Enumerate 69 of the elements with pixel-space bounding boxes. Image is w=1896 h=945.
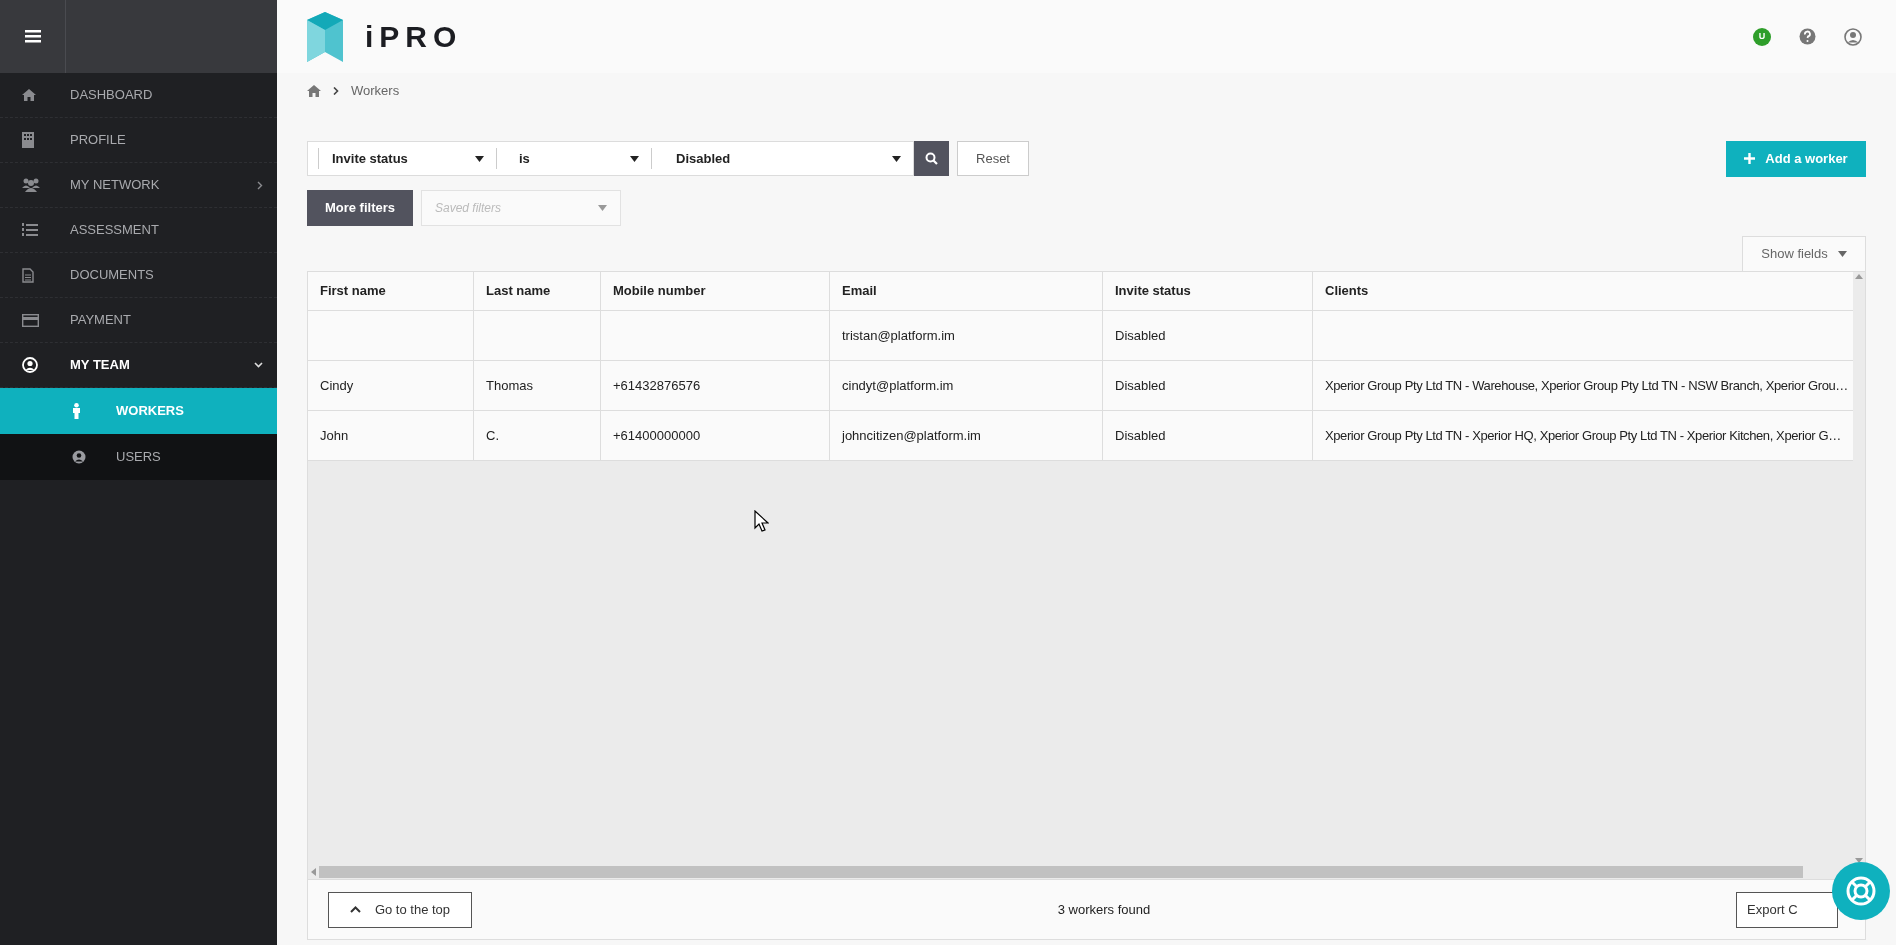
column-header[interactable]: Invite status	[1102, 272, 1312, 310]
scroll-up-icon[interactable]	[1855, 274, 1863, 279]
chevron-right-icon	[333, 87, 339, 95]
lifebuoy-icon	[1845, 875, 1877, 907]
chevron-down-icon	[254, 362, 263, 368]
export-button[interactable]: Export C	[1736, 891, 1838, 928]
table-cell-text: tristan@platform.im	[842, 326, 955, 345]
building-icon	[22, 132, 34, 148]
reset-button[interactable]: Reset	[957, 141, 1029, 176]
caret-icon	[630, 155, 639, 162]
help-float-button[interactable]	[1832, 862, 1890, 920]
table-cell-text: Disabled	[1115, 326, 1166, 345]
chevron-up-icon	[349, 906, 361, 913]
person-icon	[72, 403, 81, 419]
table-cell-text: C.	[486, 426, 499, 445]
sidebar-item[interactable]: PAYMENT	[0, 298, 277, 343]
numbered-list-icon	[22, 223, 38, 237]
caret-icon	[598, 205, 607, 211]
sidebar-item[interactable]: DASHBOARD	[0, 73, 277, 118]
account-icon[interactable]	[1844, 27, 1862, 46]
sidebar-item[interactable]: MY NETWORK	[0, 163, 277, 208]
help-icon[interactable]	[1799, 28, 1816, 45]
column-header[interactable]: First name	[308, 272, 473, 310]
field-select[interactable]: Invite status	[318, 148, 496, 169]
horizontal-scrollbar[interactable]	[319, 866, 1803, 878]
credit-card-icon	[22, 313, 39, 327]
chevron-right-icon	[257, 180, 263, 190]
show-fields-button[interactable]: Show fields	[1742, 236, 1866, 271]
logo-icon	[307, 11, 343, 62]
caret-icon	[475, 155, 484, 162]
logo-text: iPRO	[365, 19, 463, 55]
table-cell-text: Thomas	[486, 376, 533, 395]
people-icon	[22, 178, 40, 192]
table-cell-text: Disabled	[1115, 376, 1166, 395]
value-select[interactable]: Disabled	[651, 148, 913, 169]
search-icon	[925, 152, 938, 165]
table-cell-text: +61432876576	[613, 376, 701, 395]
scroll-left-icon[interactable]	[311, 868, 316, 876]
table-cell-text: +61400000000	[613, 426, 701, 445]
table-cell-text: Xperior Group Pty Ltd TN - Warehouse, Xperior Group Pty Ltd TN - NSW Branch, Xperior Grou…	[1325, 376, 1848, 395]
results-count: 3 workers found	[1056, 900, 1152, 919]
document-icon	[22, 267, 34, 283]
home-icon[interactable]	[307, 85, 321, 97]
table-cell-text: Disabled	[1115, 426, 1166, 445]
more-filters-button[interactable]: More filters	[307, 190, 413, 226]
breadcrumb-item: Workers	[351, 82, 400, 101]
operator-select[interactable]: is	[496, 148, 651, 169]
search-button[interactable]	[914, 141, 949, 176]
mouse-pointer-icon	[754, 510, 769, 533]
go-to-top-button[interactable]: Go to the top	[328, 891, 472, 928]
plus-icon	[1744, 153, 1756, 164]
sidebar-subitem[interactable]: USERS	[0, 434, 277, 480]
sidebar-item[interactable]: DOCUMENTS	[0, 253, 277, 298]
user-circle-icon	[22, 357, 38, 373]
table-cell-text: Cindy	[320, 376, 354, 395]
sidebar-item[interactable]: ASSESSMENT	[0, 208, 277, 253]
home-icon	[22, 89, 36, 101]
column-header[interactable]: Last name	[473, 272, 600, 310]
user-circle-icon	[72, 450, 86, 464]
table-cell-text: johncitizen@platform.im	[842, 426, 981, 445]
column-header[interactable]: Email	[829, 272, 1102, 310]
caret-icon	[1837, 251, 1847, 257]
menu-icon[interactable]	[24, 30, 41, 43]
column-header[interactable]: Mobile number	[600, 272, 829, 310]
table-cell-text: Xperior Group Pty Ltd TN - Xperior HQ, Xperior Group Pty Ltd TN - Xperior Kitchen, Xperior G…	[1325, 426, 1841, 445]
table-cell-text: cindyt@platform.im	[842, 376, 954, 395]
table-cell-text: John	[320, 426, 349, 445]
caret-icon	[892, 155, 901, 162]
sidebar-item[interactable]: PROFILE	[0, 118, 277, 163]
